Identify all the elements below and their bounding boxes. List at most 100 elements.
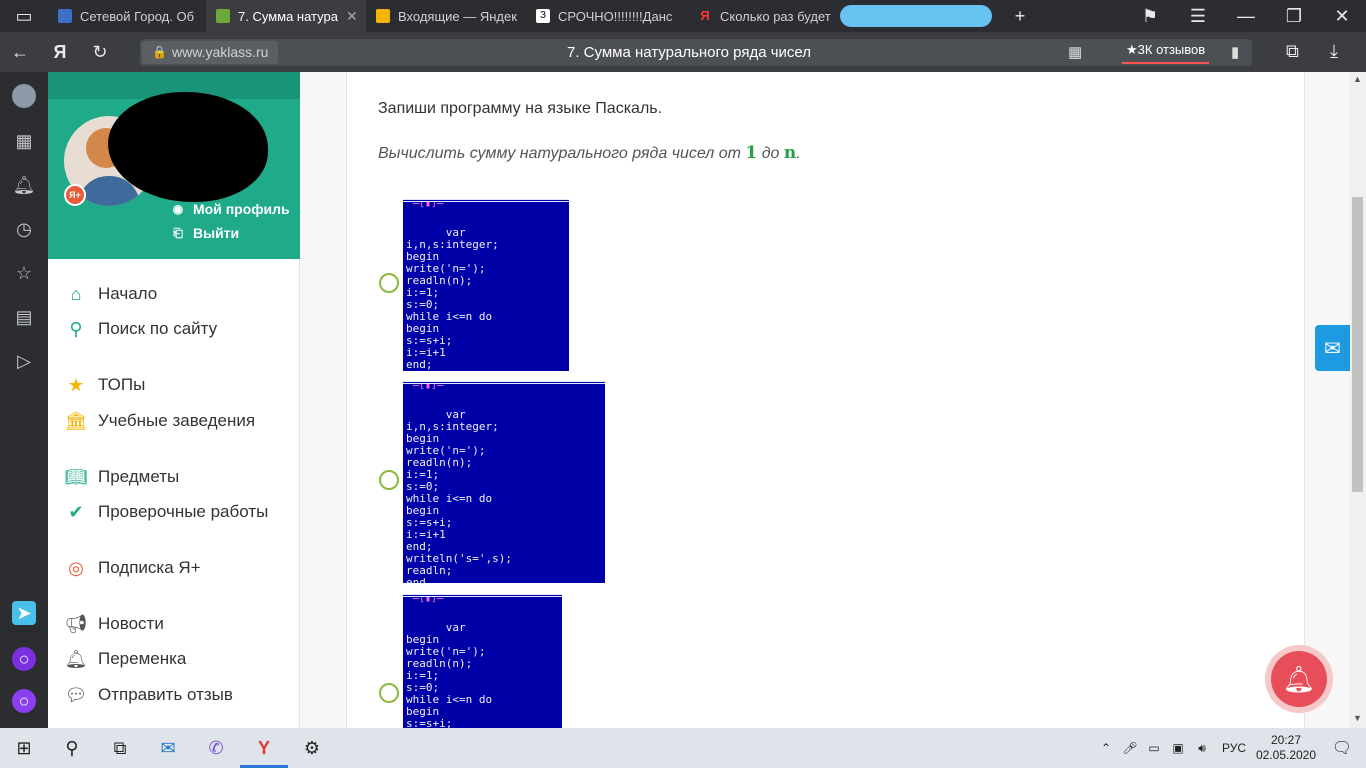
language-indicator[interactable]: РУС bbox=[1214, 741, 1254, 755]
menu-item-label: Поиск по сайту bbox=[98, 319, 218, 338]
new-tab-icon[interactable]: + bbox=[1000, 0, 1040, 36]
url-text: www.yaklass.ru bbox=[172, 44, 269, 60]
messenger-icon[interactable]: ➤ bbox=[12, 601, 36, 625]
close-tab-icon[interactable]: ✕ bbox=[346, 8, 358, 25]
bell-icon: 🔔︎ bbox=[64, 648, 88, 669]
code-window-title: ═[▮]═ bbox=[413, 594, 444, 604]
menu-item-institutions[interactable]: 🏛︎ Учебные заведения bbox=[64, 407, 256, 435]
site-sidebar: Я+ ◉ Мой профиль ⎗ Выйти ⌂ Начало ⚲ Поиск … bbox=[48, 72, 300, 728]
extensions-icon[interactable]: ▦ bbox=[1068, 43, 1082, 61]
network-icon[interactable]: ▣ bbox=[1166, 741, 1190, 755]
menu-item-news[interactable]: 📢︎ Новости bbox=[64, 610, 164, 638]
notifications-icon[interactable]: 🔔︎ bbox=[12, 173, 36, 197]
menu-item-search[interactable]: ⚲ Поиск по сайту bbox=[64, 315, 217, 343]
book-icon: 📖︎ bbox=[64, 466, 88, 487]
institution-icon: 🏛︎ bbox=[64, 410, 88, 431]
answer-radio-2[interactable] bbox=[379, 470, 399, 490]
battery-icon[interactable]: ▭ bbox=[1142, 741, 1166, 755]
url-chip[interactable]: 🔒 www.yaklass.ru bbox=[142, 41, 279, 64]
tab-title: Входящие — Яндек bbox=[398, 8, 517, 24]
ya-plus-badge: Я+ bbox=[64, 184, 86, 206]
code-screenshot-3: ═[▮]═ var begin write('n='); readln(n); i… bbox=[403, 594, 562, 728]
tab-favicon bbox=[58, 9, 72, 23]
menu-item-subjects[interactable]: 📖︎ Предметы bbox=[64, 463, 180, 491]
sidebar-toggle-icon[interactable]: ▭ bbox=[0, 0, 48, 36]
scrollbar-thumb[interactable] bbox=[1352, 197, 1363, 492]
tab-favicon: Я bbox=[700, 8, 710, 23]
tray-expand-icon[interactable]: ⌃ bbox=[1094, 741, 1118, 755]
collections-panel-icon[interactable]: ▤ bbox=[12, 305, 36, 329]
tab-title: Сколько раз будет bbox=[720, 8, 831, 24]
assistant-icon[interactable]: ○ bbox=[12, 689, 36, 713]
history-icon[interactable]: ◷ bbox=[12, 217, 36, 241]
video-icon[interactable]: ▷ bbox=[12, 349, 36, 373]
answer-radio-1[interactable] bbox=[379, 273, 399, 293]
code-window-title: ═[▮]═ bbox=[413, 199, 444, 209]
bookmark-icon[interactable]: ▮ bbox=[1231, 43, 1239, 61]
lock-icon: 🔒 bbox=[152, 45, 167, 59]
viber-icon[interactable]: ✆ bbox=[192, 728, 240, 768]
yandex-icon[interactable]: Я bbox=[40, 32, 80, 72]
logout-link[interactable]: ⎗ Выйти bbox=[170, 225, 239, 241]
alice-icon[interactable]: ○ bbox=[12, 647, 36, 671]
menu-item-label: Начало bbox=[98, 284, 158, 303]
menu-item-break[interactable]: 🔔︎ Переменка bbox=[64, 645, 187, 673]
action-center-icon[interactable]: 🗨︎ bbox=[1318, 738, 1366, 758]
reviews-button[interactable]: ★3К отзывов bbox=[1122, 40, 1210, 64]
user-avatar-icon[interactable] bbox=[12, 84, 36, 108]
menu-icon[interactable]: ☰ bbox=[1174, 0, 1222, 36]
menu-item-tests[interactable]: ✔ Проверочные работы bbox=[64, 498, 268, 526]
page-scrollbar[interactable]: ▲ ▼ bbox=[1350, 72, 1366, 728]
scroll-up-icon[interactable]: ▲ bbox=[1353, 74, 1362, 84]
tab-title: 7. Сумма натура bbox=[238, 8, 338, 24]
page-title: 7. Сумма натурального ряда чисел bbox=[567, 44, 812, 61]
volume-icon[interactable]: 🔊︎ bbox=[1190, 741, 1214, 756]
windows-start-icon[interactable]: ⊞ bbox=[0, 728, 48, 768]
tab-title: СРОЧНО!!!!!!!!Данс bbox=[558, 8, 673, 24]
tab-srochno[interactable]: З СРОЧНО!!!!!!!!Данс bbox=[526, 0, 688, 32]
menu-item-feedback[interactable]: 💬︎ Отправить отзыв bbox=[64, 681, 233, 709]
back-icon[interactable]: ← bbox=[0, 32, 40, 72]
minimize-icon[interactable]: — bbox=[1222, 0, 1270, 36]
menu-item-home[interactable]: ⌂ Начало bbox=[64, 280, 158, 308]
collections-toolbar-icon[interactable]: ⧉ bbox=[1286, 41, 1299, 62]
code-window-title: ═[▮]═ bbox=[413, 381, 444, 391]
browser-side-panel: ▦ 🔔︎ ◷ ☆ ▤ ▷ ➤ ○ ○ bbox=[0, 72, 48, 728]
restore-icon[interactable]: ❐ bbox=[1270, 0, 1318, 36]
yandex-browser-icon[interactable]: Y bbox=[240, 728, 288, 768]
mail-feedback-icon[interactable]: ✉ bbox=[1315, 325, 1350, 371]
code-screenshot-2: ═[▮]═ var i,n,s:integer; begin write('n='… bbox=[403, 381, 605, 583]
tab-setevoy-gorod[interactable]: Сетевой Город. Об bbox=[48, 0, 206, 32]
tab-favicon: З bbox=[536, 9, 550, 23]
tab-summa[interactable]: 7. Сумма натура ✕ bbox=[206, 0, 366, 32]
search-icon: ⚲ bbox=[69, 318, 83, 339]
menu-item-label: Проверочные работы bbox=[98, 502, 269, 521]
answer-radio-3[interactable] bbox=[379, 683, 399, 703]
scroll-down-icon[interactable]: ▼ bbox=[1353, 713, 1362, 723]
mail-app-icon[interactable]: ✉ bbox=[144, 728, 192, 768]
task-view-icon[interactable]: ⧉ bbox=[96, 728, 144, 768]
code-text: var i,n,s:integer; begin write('n='); re… bbox=[406, 226, 499, 372]
my-profile-link[interactable]: ◉ Мой профиль bbox=[170, 201, 290, 217]
favorites-icon[interactable]: ☆ bbox=[12, 261, 36, 285]
reload-icon[interactable]: ↻ bbox=[80, 32, 120, 72]
microphone-icon[interactable]: 🎤︎ bbox=[1118, 741, 1142, 755]
search-icon[interactable]: ⚲ bbox=[48, 728, 96, 768]
tab-inbox[interactable]: Входящие — Яндек bbox=[366, 0, 526, 32]
settings-icon[interactable]: ⚙ bbox=[288, 728, 336, 768]
collections-icon[interactable]: ⚑ bbox=[1126, 0, 1174, 36]
clock[interactable]: 20:27 02.05.2020 bbox=[1254, 733, 1318, 763]
profile-panel: Я+ ◉ Мой профиль ⎗ Выйти bbox=[48, 72, 300, 259]
bell-icon: 🔔︎ bbox=[1271, 651, 1327, 707]
apps-grid-icon[interactable]: ▦ bbox=[12, 129, 36, 153]
windows-taskbar: ⊞ ⚲ ⧉ ✉ ✆ Y ⚙ ⌃ 🎤︎ ▭ ▣ 🔊︎ РУС 20:27 02.0… bbox=[0, 728, 1366, 768]
menu-item-tops[interactable]: ★ ТОПы bbox=[64, 371, 145, 399]
code-screenshot-1: ═[▮]═ var i,n,s:integer; begin write('n='… bbox=[403, 199, 569, 371]
notification-bell-button[interactable]: 🔔︎ bbox=[1265, 645, 1333, 713]
task-instruction: Запиши программу на языке Паскаль. bbox=[378, 100, 663, 117]
menu-item-subscription[interactable]: ◎ Подписка Я+ bbox=[64, 554, 200, 582]
tab-skolko[interactable]: Я Сколько раз будет bbox=[688, 0, 836, 32]
downloads-icon[interactable]: ⤓ bbox=[1330, 41, 1338, 62]
clock-time: 20:27 bbox=[1270, 733, 1302, 747]
close-window-icon[interactable]: ✕ bbox=[1318, 0, 1366, 36]
